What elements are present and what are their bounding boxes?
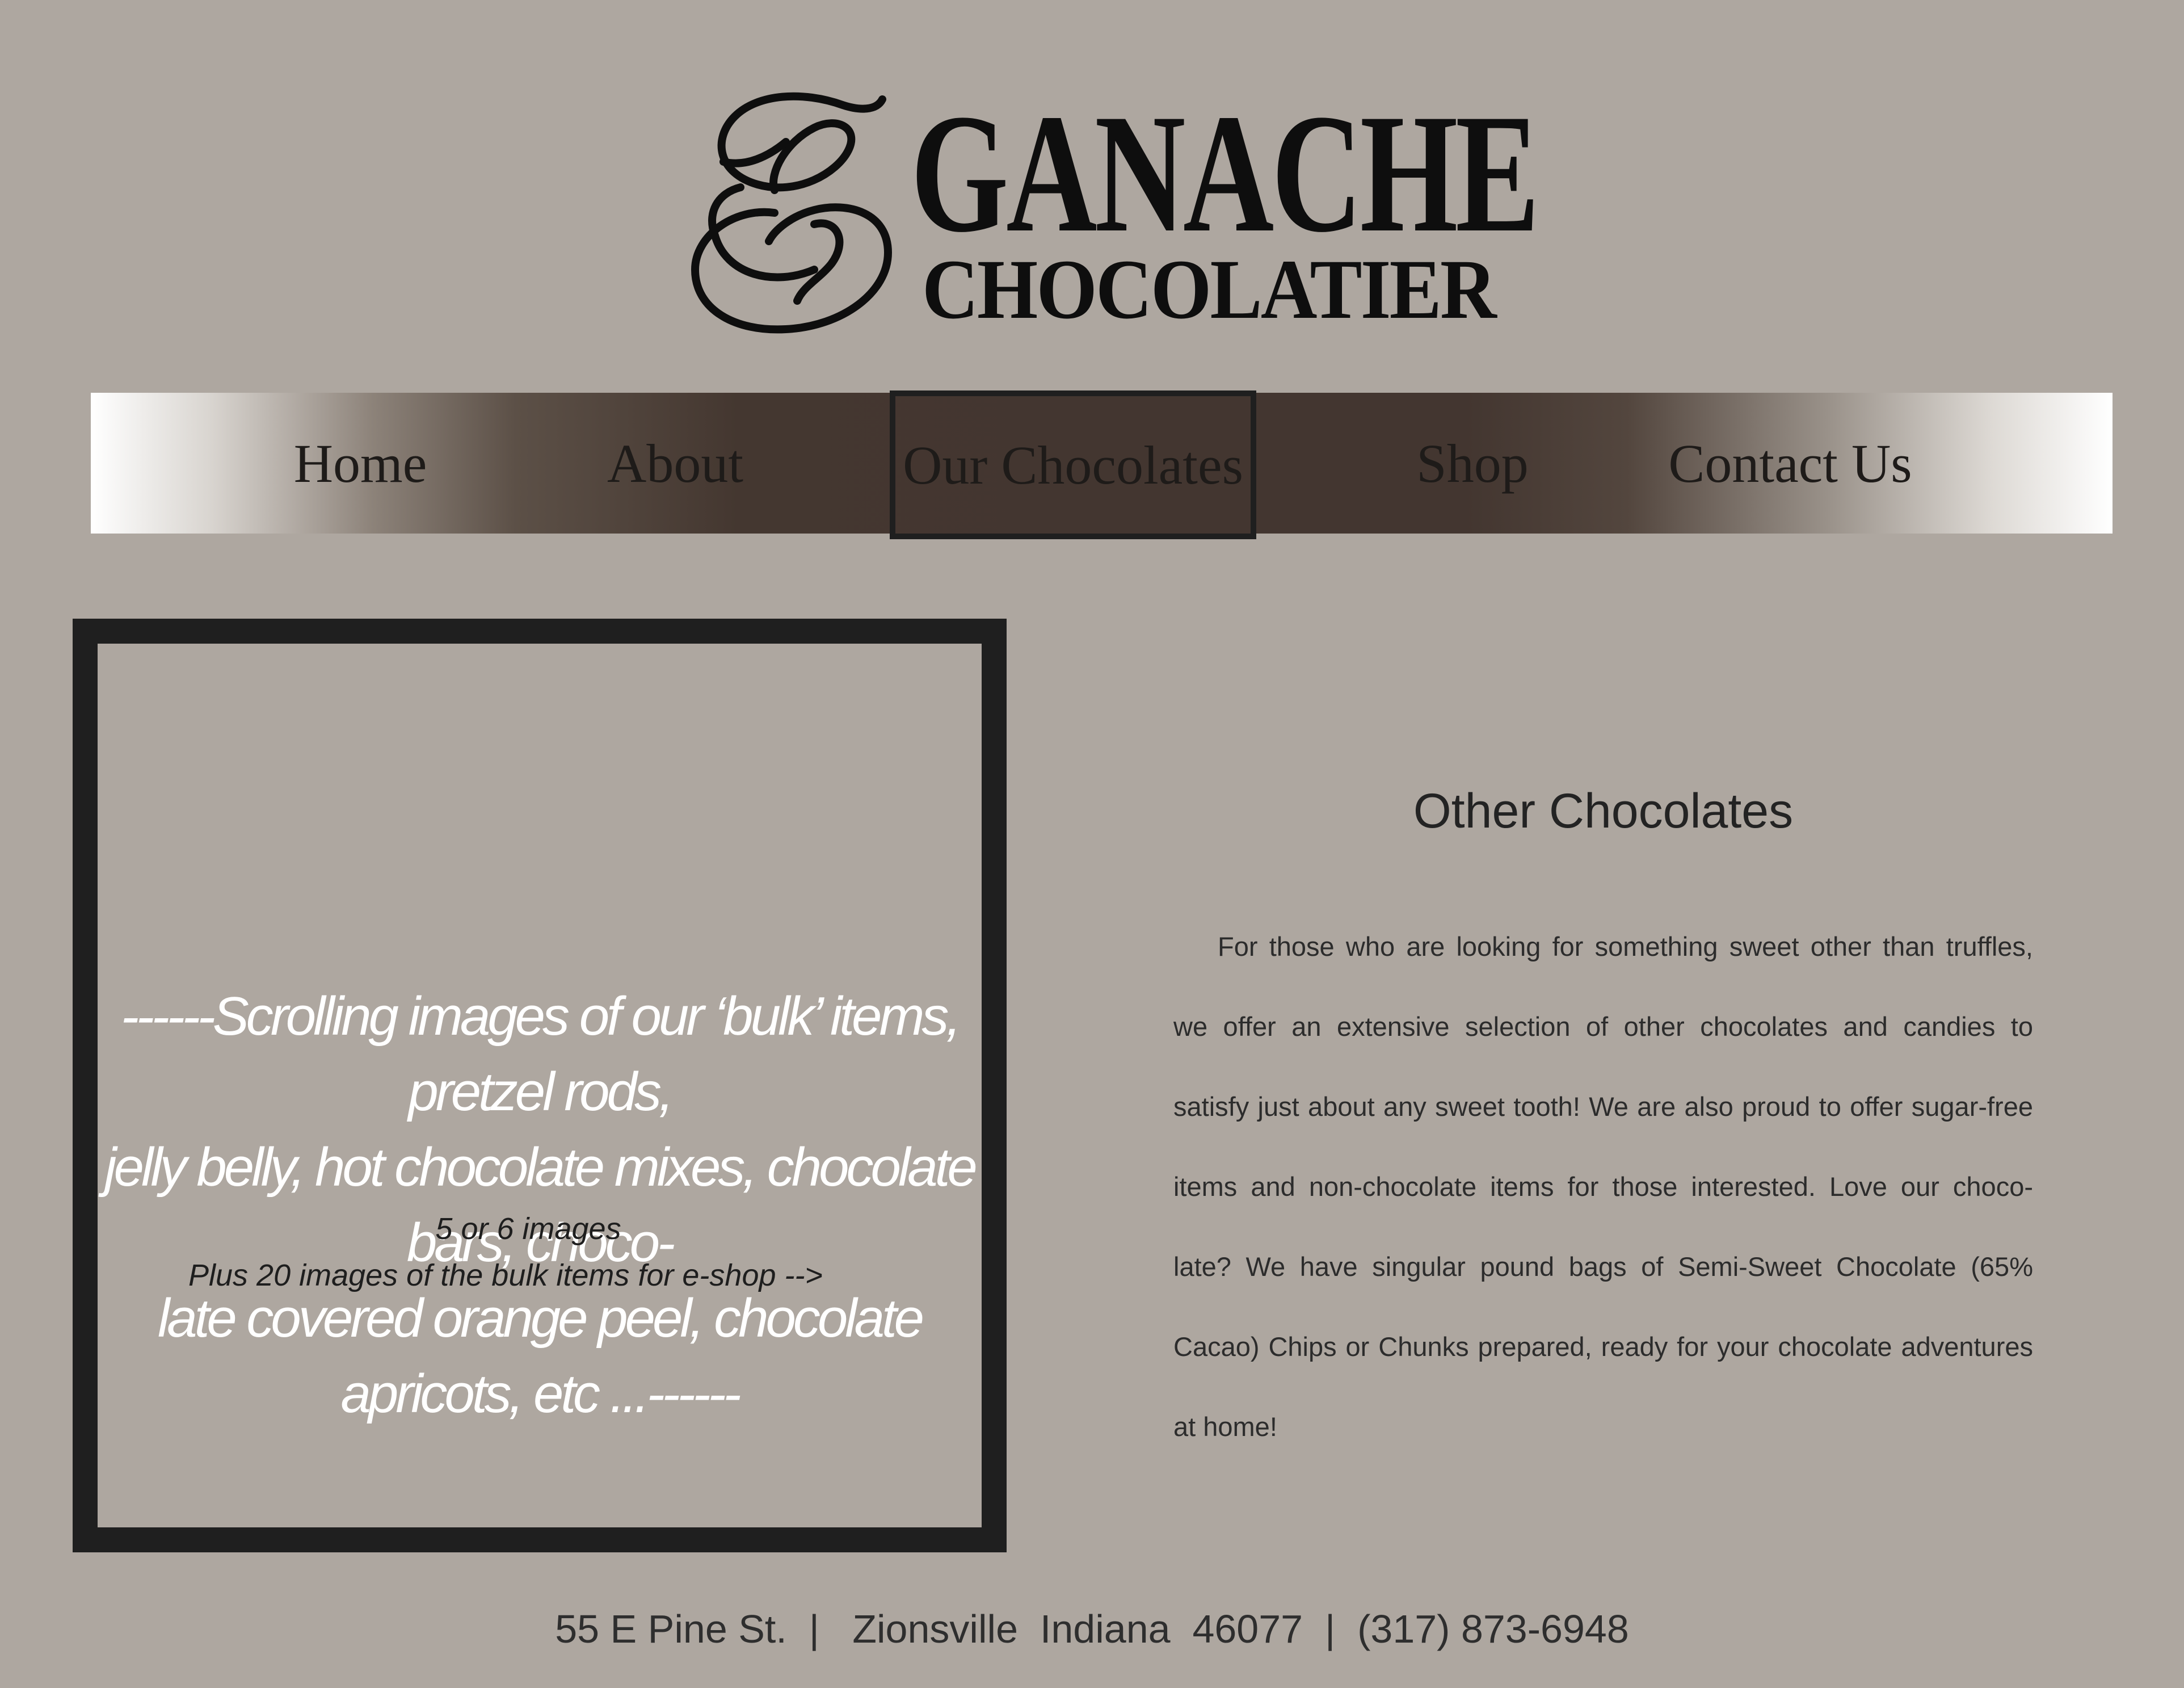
footer-address: 55 E Pine St. | Zionsville Indiana 46077…: [555, 1607, 1629, 1651]
placeholder-line: late covered orange peel, chocolate apri…: [157, 1288, 924, 1424]
brand-tagline: CHOCOLATIER: [922, 242, 1497, 337]
nav-home[interactable]: Home: [261, 393, 460, 534]
section-body: For those who are looking for something …: [1173, 931, 2033, 1442]
placeholder-note-count: 5 or 6 images: [435, 1212, 621, 1246]
placeholder-note-eshop: Plus 20 images of the bulk items for e-s…: [188, 1258, 823, 1292]
nav-our-chocolates[interactable]: Our Chocolates: [890, 390, 1256, 539]
image-carousel-placeholder: ------Scrolling images of our ‘bulk’ ite…: [73, 619, 1007, 1552]
placeholder-description: ------Scrolling images of our ‘bulk’ ite…: [98, 979, 982, 1431]
main-navigation: Home About Our Chocolates Shop Contact U…: [91, 390, 2113, 539]
logo-swirl-icon: [691, 92, 893, 334]
section-title: Other Chocolates: [1413, 784, 1794, 838]
logo[interactable]: GANACHE CHOCOLATIER: [689, 88, 1539, 338]
brand-name: GANACHE: [911, 79, 1539, 267]
nav-contact-us[interactable]: Contact Us: [1648, 393, 1932, 534]
nav-shop[interactable]: Shop: [1385, 393, 1560, 534]
placeholder-line: ------Scrolling images of our ‘bulk’ ite…: [120, 986, 961, 1122]
nav-about[interactable]: About: [579, 393, 772, 534]
